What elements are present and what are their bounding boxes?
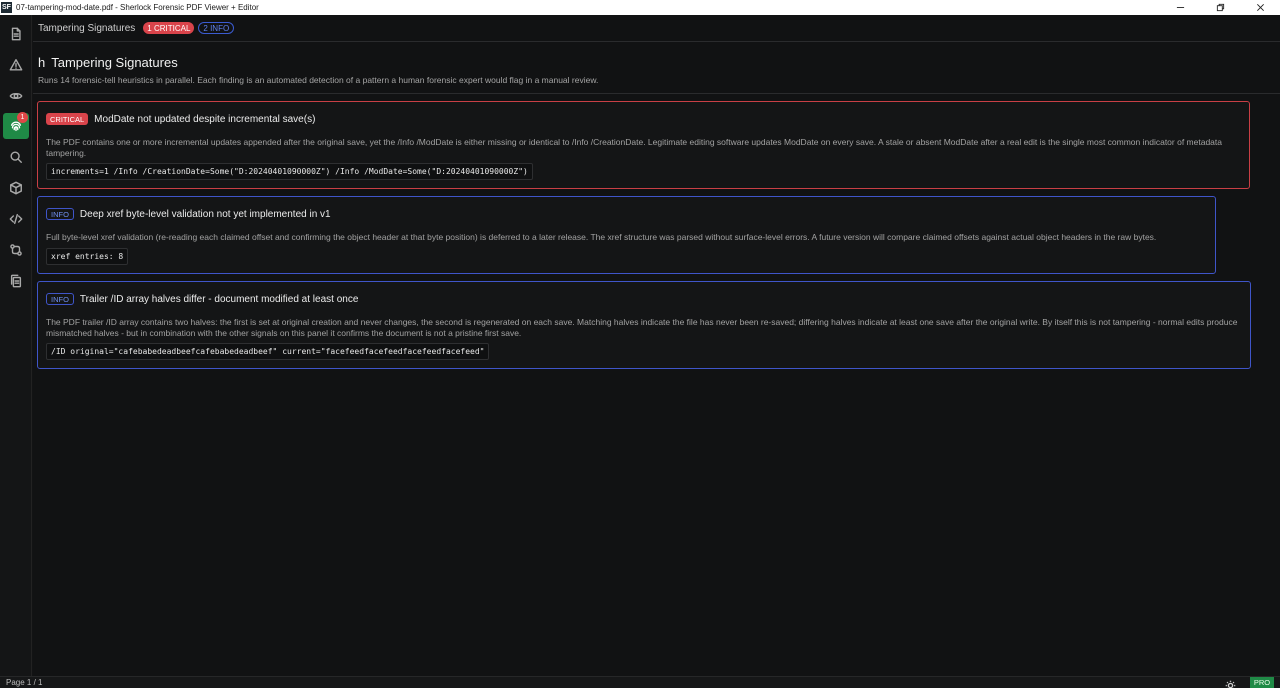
finding-description: The PDF contains one or more incremental… xyxy=(46,137,1222,158)
tampering-count-badge: 1 xyxy=(17,112,28,123)
sidebar: 1 xyxy=(0,15,32,676)
git-compare-icon xyxy=(10,244,22,256)
finding-card-critical[interactable]: CRITICAL ModDate not updated despite inc… xyxy=(37,101,1250,189)
copy-document-icon xyxy=(10,274,22,288)
severity-badge-critical: CRITICAL xyxy=(46,113,89,125)
panel-header: Tampering Signatures 1 CRITICAL 2 INFO xyxy=(33,15,1280,42)
page-title-text: Tampering Signatures xyxy=(51,55,178,70)
section-description: Runs 14 forensic-tell heuristics in para… xyxy=(38,75,599,85)
window-title: 07-tampering-mod-date.pdf - Sherlock For… xyxy=(16,3,259,12)
sidebar-item-pages[interactable] xyxy=(3,268,29,294)
cube-icon xyxy=(10,181,22,195)
sun-icon xyxy=(1225,680,1236,688)
finding-card-info-trailer-id[interactable]: INFO Trailer /ID array halves differ - d… xyxy=(37,281,1251,369)
restore-button[interactable] xyxy=(1200,0,1240,15)
sidebar-item-tampering[interactable]: 1 xyxy=(3,112,29,139)
sidebar-item-search[interactable] xyxy=(3,144,29,170)
severity-badge-info: INFO xyxy=(46,293,74,305)
finding-title: Trailer /ID array halves differ - docume… xyxy=(79,293,359,305)
close-icon xyxy=(1256,4,1264,11)
minimize-button[interactable] xyxy=(1160,0,1200,15)
severity-badge-info: INFO xyxy=(46,208,74,220)
finding-title: Deep xref byte-level validation not yet … xyxy=(79,208,331,220)
finding-card-info-xref[interactable]: INFO Deep xref byte-level validation not… xyxy=(37,196,1216,274)
finding-evidence: increments=1 /Info /CreationDate=Some("D… xyxy=(46,163,533,180)
finding-title: ModDate not updated despite incremental … xyxy=(94,113,316,125)
sidebar-item-view[interactable] xyxy=(3,83,29,109)
section-header: h Tampering Signatures Runs 14 forensic-t… xyxy=(38,55,598,85)
restore-icon xyxy=(1216,3,1224,12)
search-icon xyxy=(10,151,22,163)
finding-evidence: /ID original="cafebabedeadbeefcafebabede… xyxy=(46,343,490,360)
section-divider xyxy=(33,93,1280,94)
window-controls xyxy=(1160,0,1280,15)
eye-icon xyxy=(9,93,23,99)
minimize-icon xyxy=(1176,7,1184,8)
panel-tab-title: Tampering Signatures xyxy=(38,22,136,34)
finding-description: Full byte-level xref validation (re-read… xyxy=(46,232,1157,242)
warning-triangle-icon xyxy=(9,59,23,71)
close-button[interactable] xyxy=(1240,0,1280,15)
window-title-bar: SF 07-tampering-mod-date.pdf - Sherlock … xyxy=(0,0,1280,15)
page-title: h Tampering Signatures xyxy=(38,55,598,70)
status-bar: Page 1 / 1 PRO xyxy=(0,676,1280,688)
finding-header: INFO Trailer /ID array halves differ - d… xyxy=(46,293,358,305)
main-panel: Tampering Signatures 1 CRITICAL 2 INFO h… xyxy=(33,15,1280,676)
sidebar-item-source[interactable] xyxy=(3,206,29,232)
info-count-pill[interactable]: 2 INFO xyxy=(198,22,235,34)
finding-header: CRITICAL ModDate not updated despite inc… xyxy=(46,113,315,125)
critical-count-pill[interactable]: 1 CRITICAL xyxy=(143,22,195,34)
finding-header: INFO Deep xref byte-level validation not… xyxy=(46,208,331,220)
code-icon xyxy=(9,213,23,225)
pro-badge: PRO xyxy=(1250,677,1274,688)
section-glyph: h xyxy=(38,55,46,70)
sidebar-item-document[interactable] xyxy=(3,21,29,47)
sidebar-item-warnings[interactable] xyxy=(3,52,29,78)
document-icon xyxy=(11,27,21,41)
page-indicator: Page 1 / 1 xyxy=(6,678,43,687)
sidebar-item-objects[interactable] xyxy=(3,175,29,201)
finding-description: The PDF trailer /ID array contains two h… xyxy=(46,317,1238,338)
theme-toggle[interactable] xyxy=(1225,678,1236,688)
app-logo: SF xyxy=(1,2,12,13)
finding-evidence: xref entries: 8 xyxy=(46,248,129,265)
sidebar-item-compare[interactable] xyxy=(3,237,29,263)
